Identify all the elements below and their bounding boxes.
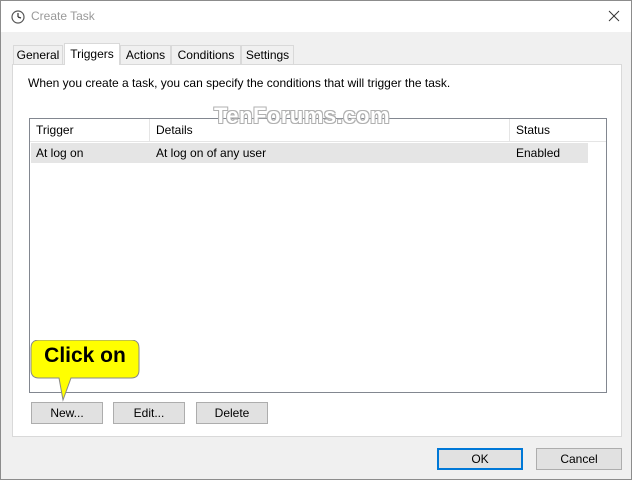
cell-trigger: At log on <box>36 146 84 160</box>
tab-settings[interactable]: Settings <box>241 45 294 64</box>
create-task-window: Create Task General Triggers Actions Con… <box>0 0 632 480</box>
window-title: Create Task <box>31 9 95 23</box>
ok-button[interactable]: OK <box>437 448 523 470</box>
tab-general[interactable]: General <box>13 45 63 64</box>
title-bar[interactable]: Create Task <box>1 1 631 32</box>
tab-triggers[interactable]: Triggers <box>64 43 120 65</box>
column-header-status[interactable]: Status <box>510 119 590 141</box>
column-header-trigger[interactable]: Trigger <box>30 119 150 141</box>
delete-trigger-button[interactable]: Delete <box>196 402 268 424</box>
cell-status: Enabled <box>516 146 561 160</box>
table-row[interactable]: At log on At log on of any user Enabled <box>31 143 588 163</box>
close-button[interactable] <box>603 5 625 27</box>
cancel-button[interactable]: Cancel <box>536 448 622 470</box>
watermark: TenForums.com <box>214 103 391 128</box>
task-scheduler-icon <box>11 10 25 24</box>
close-icon <box>608 10 620 22</box>
click-on-callout: Click on <box>29 340 143 410</box>
cell-details: At log on of any user <box>156 146 267 160</box>
tab-conditions[interactable]: Conditions <box>171 45 241 64</box>
callout-text: Click on <box>44 344 126 367</box>
tab-actions[interactable]: Actions <box>120 45 171 64</box>
triggers-intro-text: When you create a task, you can specify … <box>28 76 451 90</box>
